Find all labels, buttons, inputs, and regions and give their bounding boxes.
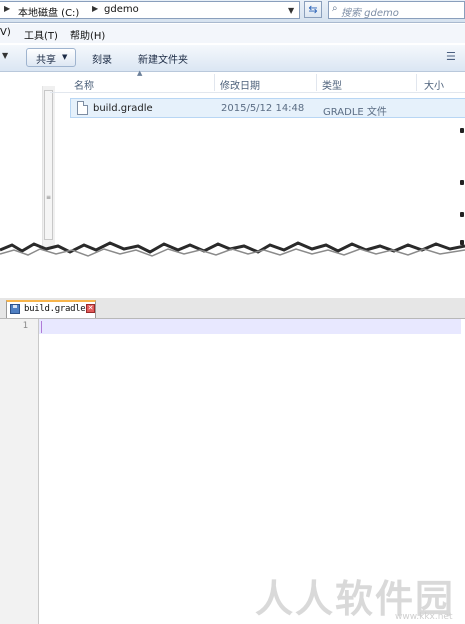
burn-button[interactable]: 刻录 xyxy=(92,51,112,66)
chevron-down-icon[interactable]: ▼ xyxy=(288,6,294,15)
tab-title: build.gradle xyxy=(24,304,86,314)
column-type[interactable]: 类型 xyxy=(322,77,342,92)
column-size[interactable]: 大小 xyxy=(424,77,444,92)
menu-help[interactable]: 帮助(H) xyxy=(70,27,105,42)
chevron-down-icon: ▼ xyxy=(62,53,68,61)
file-modified: 2015/5/12 14:48 xyxy=(221,103,305,114)
refresh-button[interactable]: ⇆ xyxy=(304,1,322,18)
menu-view[interactable]: V) xyxy=(0,27,11,38)
line-number-gutter: 1 xyxy=(0,319,39,624)
column-headers: ▲ 名称 修改日期 类型 大小 xyxy=(50,69,465,93)
sort-caret-icon: ▲ xyxy=(137,69,143,77)
chevron-right-icon[interactable]: ▶ xyxy=(92,4,98,13)
menu-tools[interactable]: 工具(T) xyxy=(24,27,58,42)
tab-build-gradle[interactable]: build.gradle ✕ xyxy=(6,300,96,318)
search-input[interactable]: ⌕ 搜索 gdemo xyxy=(328,1,465,19)
column-modified[interactable]: 修改日期 xyxy=(220,77,260,92)
torn-edge xyxy=(0,241,465,268)
file-icon xyxy=(77,101,88,115)
scrollbar-thumb[interactable] xyxy=(44,90,53,240)
search-icon: ⌕ xyxy=(332,3,338,14)
breadcrumb-drive[interactable]: 本地磁盘 (C:) xyxy=(18,4,79,19)
explorer-window: ▶ 本地磁盘 (C:) ▶ gdemo ▼ ⇆ ⌕ 搜索 gdemo V) 工具… xyxy=(0,0,465,268)
new-folder-button[interactable]: 新建文件夹 xyxy=(138,51,188,66)
column-name[interactable]: 名称 xyxy=(74,77,94,92)
share-label: 共享 xyxy=(36,55,56,66)
breadcrumb-folder[interactable]: gdemo xyxy=(104,4,139,15)
chevron-down-icon[interactable]: ▼ xyxy=(2,51,8,60)
close-icon[interactable]: ✕ xyxy=(86,304,95,313)
line-number: 1 xyxy=(22,321,28,331)
address-field[interactable]: ▶ 本地磁盘 (C:) ▶ gdemo ▼ xyxy=(0,1,300,19)
disk-icon xyxy=(10,304,20,314)
share-button[interactable]: 共享 ▼ xyxy=(26,48,76,67)
menu-bar: V) 工具(T) 帮助(H) xyxy=(0,24,465,43)
column-divider[interactable] xyxy=(214,74,215,91)
tab-bar: build.gradle ✕ xyxy=(0,298,465,319)
address-bar: ▶ 本地磁盘 (C:) ▶ gdemo ▼ ⇆ ⌕ 搜索 gdemo xyxy=(0,0,465,23)
search-placeholder: 搜索 gdemo xyxy=(341,8,399,19)
column-divider[interactable] xyxy=(416,74,417,91)
chevron-right-icon[interactable]: ▶ xyxy=(4,4,10,13)
file-name: build.gradle xyxy=(93,103,153,114)
file-type: GRADLE 文件 xyxy=(323,107,387,118)
view-options-icon[interactable]: ☰ xyxy=(446,50,456,63)
navigation-scrollbar[interactable]: ≡ xyxy=(42,86,55,251)
file-row[interactable]: build.gradle 2015/5/12 14:48 GRADLE 文件 xyxy=(70,98,465,118)
column-divider[interactable] xyxy=(316,74,317,91)
watermark-url: www.kkx.net xyxy=(395,612,453,622)
grip-icon: ≡ xyxy=(46,194,52,201)
command-toolbar: ▼ 共享 ▼ 刻录 新建文件夹 ☰ xyxy=(0,45,465,72)
refresh-icon: ⇆ xyxy=(308,3,318,16)
